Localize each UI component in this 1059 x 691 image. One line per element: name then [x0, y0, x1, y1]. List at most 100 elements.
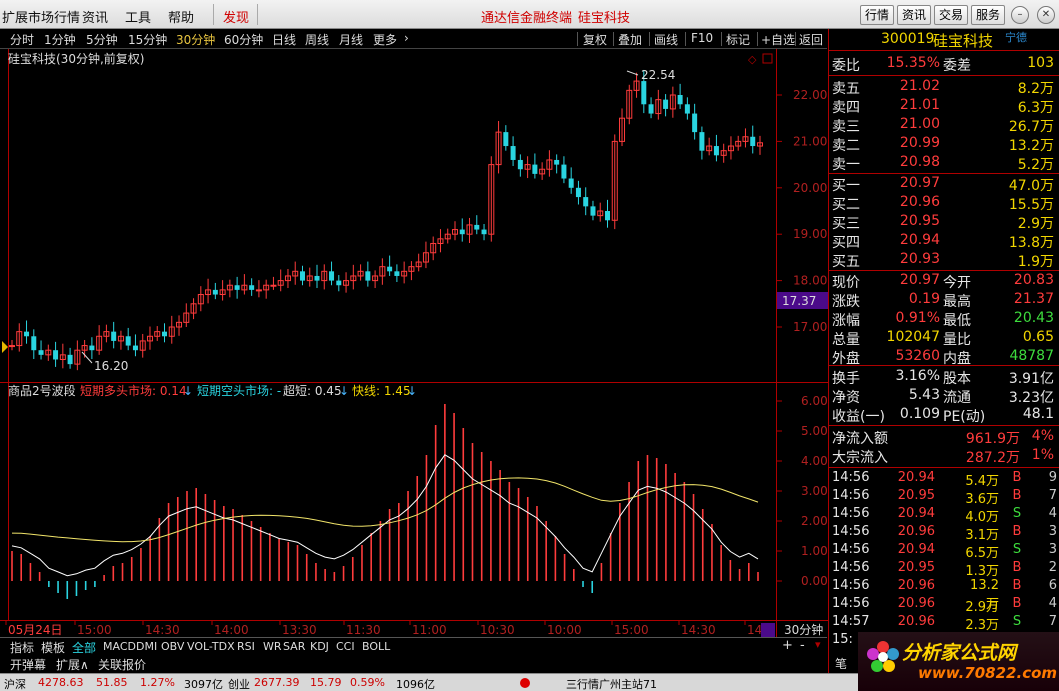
bid-price: 20.97	[899, 175, 940, 191]
tab-vol-tdx[interactable]: VOL-TDX	[187, 640, 235, 653]
chevron-down-icon[interactable]: ▾	[815, 638, 821, 651]
chevron-right-icon[interactable]: ›	[404, 31, 409, 45]
ask-row: 卖一 20.98 5.2万	[829, 154, 1059, 173]
close-icon[interactable]: ✕	[1037, 6, 1055, 24]
period-day[interactable]: 日线	[272, 31, 296, 48]
tick-time: 15:	[832, 632, 853, 647]
tool-draw[interactable]: 画线	[654, 31, 678, 48]
candle-body	[750, 136, 756, 147]
period-1min[interactable]: 1分钟	[44, 31, 76, 48]
bid-price: 20.94	[899, 232, 940, 248]
tool-add-favorite[interactable]: +自选	[761, 31, 795, 48]
tab-obv[interactable]: OBV	[161, 640, 184, 653]
tab-rsi[interactable]: RSI	[237, 640, 255, 653]
tab-cci[interactable]: CCI	[336, 640, 355, 653]
tab-related-quote[interactable]: 关联报价	[98, 656, 146, 673]
tab-boll[interactable]: BOLL	[362, 640, 390, 653]
ask-volume: 6.3万	[1017, 100, 1054, 116]
diamond-icon[interactable]: ◇	[748, 53, 757, 66]
menu-news[interactable]: 资讯	[82, 7, 108, 26]
tool-adjust[interactable]: 复权	[583, 31, 607, 48]
stat-label: 最低	[943, 313, 971, 329]
zoom-out-button[interactable]: -	[800, 638, 805, 653]
period-timeshare[interactable]: 分时	[10, 31, 34, 48]
tick-volume: 2.9万	[965, 600, 999, 615]
tick-count: 4	[1048, 506, 1057, 521]
stat-value: 48.1	[1022, 406, 1054, 422]
flow-pct: 4%	[1031, 428, 1054, 444]
period-15min[interactable]: 15分钟	[128, 31, 167, 48]
minimize-icon[interactable]: –	[1011, 6, 1029, 24]
tick-row: 14:56 20.95 1.3万 B 2	[829, 560, 1059, 579]
stock-name: 硅宝科技	[933, 32, 994, 50]
time-tick-label: 15:00	[77, 623, 112, 637]
indicator-tick-label: 5.00	[801, 424, 828, 438]
tab-sar[interactable]: SAR	[283, 640, 305, 653]
menu-tools[interactable]: 工具	[125, 7, 151, 26]
ask-volume: 5.2万	[1017, 157, 1054, 173]
service-button[interactable]: 服务	[971, 5, 1006, 25]
candle-body	[299, 271, 305, 281]
flow-label: 净流入额	[832, 431, 888, 447]
time-tick-label: 14:30	[145, 623, 180, 637]
weibi-row: 委比 15.35% 委差 103	[829, 55, 1059, 74]
tool-overlay[interactable]: 叠加	[618, 31, 642, 48]
period-week[interactable]: 周线	[305, 31, 329, 48]
news-button[interactable]: 资讯	[897, 5, 932, 25]
arrow-down-icon: ↓	[339, 384, 349, 398]
time-axis-scroll[interactable]	[761, 623, 775, 637]
tab-expand[interactable]: 扩展∧	[56, 656, 89, 673]
period-30min[interactable]: 30分钟	[176, 31, 215, 48]
status-cy-change: 15.79	[310, 676, 342, 689]
status-server[interactable]: 三行情广州主站71	[566, 676, 657, 691]
candle-body	[648, 104, 654, 114]
stat-label: 涨幅	[832, 313, 860, 329]
kline-chart[interactable]: 硅宝科技(30分钟,前复权) ◇ 22.00 21.00 20.00 19.00 18.…	[0, 49, 828, 637]
tick-footer[interactable]: 笔	[835, 655, 847, 672]
tool-f10[interactable]: F10	[691, 31, 713, 45]
indicator-tabs: 指标 模板 全部 MACD DMI OBV VOL-TDX RSI WR SAR…	[0, 637, 827, 655]
tab-dmi[interactable]: DMI	[136, 640, 157, 653]
indicator-bull-label: 短期多头市场: 0.14	[80, 383, 187, 398]
period-5min[interactable]: 5分钟	[86, 31, 118, 48]
flow-value: 287.2万	[965, 450, 1020, 466]
bid-row: 买一 20.97 47.0万	[829, 175, 1059, 194]
connection-status-icon	[520, 678, 530, 688]
tab-macd[interactable]: MACD	[103, 640, 136, 653]
menu-divider	[257, 4, 258, 25]
ask-price: 21.02	[899, 78, 940, 94]
stock-tag[interactable]: 宁德	[1005, 29, 1027, 45]
tab-kdj[interactable]: KDJ	[310, 640, 329, 653]
tab-danmu[interactable]: 开弹幕	[10, 656, 46, 673]
status-sh-amount: 3097亿	[184, 678, 223, 691]
tick-price: 20.96	[897, 614, 935, 629]
period-60min[interactable]: 60分钟	[224, 31, 263, 48]
tool-mark[interactable]: 标记	[726, 31, 750, 48]
zoom-in-button[interactable]: +	[782, 638, 793, 653]
trade-button[interactable]: 交易	[934, 5, 969, 25]
tool-back[interactable]: 返回	[799, 31, 823, 48]
quote-button[interactable]: 行情	[860, 5, 895, 25]
candle-body	[67, 354, 73, 365]
candle-body	[125, 336, 131, 346]
menu-discover[interactable]: 发现	[223, 7, 249, 26]
bid-price: 20.96	[899, 194, 940, 210]
tab-wr[interactable]: WR	[263, 640, 282, 653]
weicha-value: 103	[1027, 55, 1054, 71]
stat-label: 流通	[943, 390, 971, 406]
candle-body	[38, 350, 44, 355]
stat2-row: 换手 3.16% 股本 3.91亿	[829, 368, 1059, 387]
period-month[interactable]: 月线	[339, 31, 363, 48]
tick-price: 20.95	[897, 560, 935, 575]
menu-market[interactable]: 扩展市场行情	[2, 7, 80, 26]
period-more[interactable]: 更多	[373, 31, 397, 48]
bid-price: 20.93	[899, 251, 940, 267]
menu-help[interactable]: 帮助	[168, 7, 194, 26]
stat-row: 涨幅 0.91% 最低 20.43	[829, 310, 1059, 329]
tick-direction: B	[1012, 578, 1022, 593]
indicator-tick-label: 3.00	[801, 484, 828, 498]
ask-row: 卖二 20.99 13.2万	[829, 135, 1059, 154]
tick-price: 20.96	[897, 524, 935, 539]
ask-price: 21.01	[899, 97, 940, 113]
toolbar-divider	[685, 32, 686, 46]
